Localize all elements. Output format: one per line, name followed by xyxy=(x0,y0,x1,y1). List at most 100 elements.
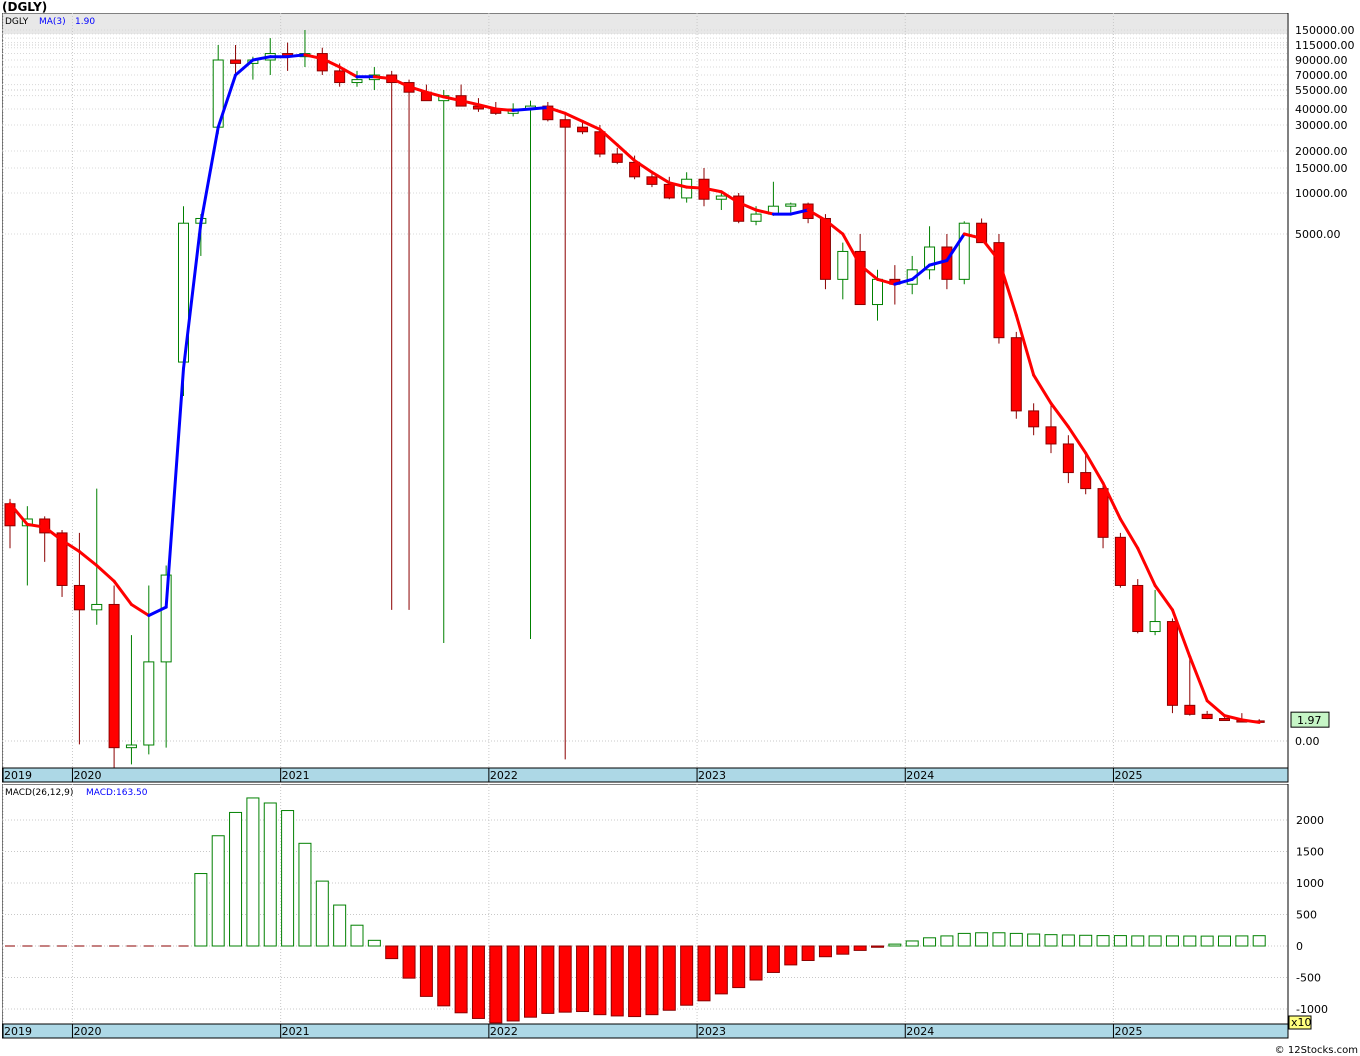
macd-bar xyxy=(454,945,468,1014)
macd-bar xyxy=(836,945,850,955)
candle-body xyxy=(1080,472,1092,490)
candle-body xyxy=(1219,718,1230,722)
candle-body xyxy=(1166,621,1178,706)
candle xyxy=(1132,579,1144,634)
candle xyxy=(1114,532,1126,588)
macd-bar xyxy=(315,880,329,947)
price-tick-label: 115000.00 xyxy=(1295,39,1355,52)
candle-body xyxy=(1010,337,1022,412)
ma-segment xyxy=(529,106,550,111)
macd-bar xyxy=(1165,935,1179,947)
macd-bar xyxy=(576,945,590,1013)
macd-tick-label: 2000 xyxy=(1296,814,1324,827)
candle xyxy=(108,585,120,768)
candle-body xyxy=(1062,443,1074,474)
macd-bar xyxy=(645,945,659,1016)
macd-bar xyxy=(350,924,364,947)
last-price-label: 1.97 xyxy=(1297,714,1322,727)
candle-body xyxy=(577,126,589,133)
candle-body xyxy=(351,79,363,84)
macd-bar xyxy=(1218,935,1231,947)
ticker-label: DGLY xyxy=(5,17,29,27)
macd-bar xyxy=(1252,935,1266,947)
candle xyxy=(958,221,970,285)
macd-bar xyxy=(1183,935,1197,947)
macd-tick-label: 1000 xyxy=(1296,877,1324,890)
candle-body xyxy=(1201,713,1213,720)
price-tick-label: 40000.00 xyxy=(1295,103,1348,116)
macd-panel[interactable]: 2000 1500 1000 500 0 -500 -1000 MACD(26,12,9) MA… xyxy=(1,783,1358,1046)
macd-bar xyxy=(1200,935,1214,947)
macd-bar xyxy=(281,810,295,947)
macd-bar xyxy=(784,945,798,966)
macd-chart: 2000 1500 1000 500 0 -500 -1000 MACD(26,12,9) MA… xyxy=(1,783,1328,1039)
macd-bar xyxy=(367,939,381,947)
macd-tick-label: -1000 xyxy=(1296,1003,1328,1016)
macd-bar xyxy=(1027,933,1041,947)
candle-body xyxy=(1184,704,1196,715)
candle-body xyxy=(1132,584,1144,633)
candle-body xyxy=(91,603,103,611)
top-shading xyxy=(3,14,1287,34)
price-year-label: 2025 xyxy=(1114,769,1142,782)
candle-body xyxy=(108,603,120,749)
candle-body xyxy=(715,195,727,200)
macd-bar xyxy=(229,811,243,947)
price-tick-label: 30000.00 xyxy=(1295,119,1348,132)
price-plot-area xyxy=(1,12,1289,769)
macd-bar xyxy=(766,945,780,973)
macd-bar xyxy=(402,945,416,979)
macd-year-label: 2020 xyxy=(73,1025,101,1038)
macd-tick-label: -500 xyxy=(1296,972,1321,985)
macd-bar xyxy=(471,945,485,1019)
macd-bar xyxy=(489,945,503,1024)
candle-body xyxy=(646,176,658,185)
price-year-label: 2021 xyxy=(282,769,310,782)
candle-body xyxy=(958,222,970,280)
candle-body xyxy=(1114,536,1126,586)
macd-bar xyxy=(194,873,208,947)
candle xyxy=(1166,618,1178,714)
macd-year-label: 2022 xyxy=(490,1025,518,1038)
macd-bar xyxy=(1061,934,1075,947)
candle-body xyxy=(611,153,623,163)
macd-bar xyxy=(714,945,728,995)
chart-title: (DGLY) xyxy=(2,0,48,14)
price-panel[interactable]: 150000.00 115000.00 90000.00 70000.00 55000.… xyxy=(1,12,1358,789)
candle-body xyxy=(941,246,953,280)
macd-bar xyxy=(541,945,555,1014)
macd-label: MACD(26,12,9) xyxy=(5,788,73,798)
macd-bar xyxy=(905,940,919,947)
macd-bar xyxy=(593,945,607,1016)
price-year-label: 2022 xyxy=(490,769,518,782)
candle-body xyxy=(316,53,328,72)
macd-bar xyxy=(437,945,451,1007)
macd-bar xyxy=(246,797,260,947)
macd-year-label: 2019 xyxy=(4,1025,32,1038)
macd-tick-label: 500 xyxy=(1296,909,1317,922)
macd-bar xyxy=(628,945,642,1018)
candle-body xyxy=(819,217,831,280)
macd-bar xyxy=(1044,934,1058,947)
macd-bar xyxy=(1131,935,1145,947)
price-tick-label: 10000.00 xyxy=(1295,187,1348,200)
macd-bar xyxy=(211,835,225,947)
candle xyxy=(993,234,1005,344)
candle-body xyxy=(750,213,762,222)
macd-bar xyxy=(1148,935,1162,947)
ma-label: MA(3) xyxy=(39,17,66,27)
macd-bar xyxy=(992,932,1006,947)
candle-body xyxy=(1097,488,1109,538)
ma-segment xyxy=(494,107,515,112)
macd-bar xyxy=(749,945,763,981)
price-tick-label: 15000.00 xyxy=(1295,162,1348,175)
candle-body xyxy=(1149,621,1161,633)
ma-segment xyxy=(685,185,706,190)
macd-year-label: 2024 xyxy=(906,1025,934,1038)
candle-body xyxy=(1045,426,1057,445)
macd-value-label: MACD:163.50 xyxy=(86,788,148,798)
macd-bar xyxy=(524,945,537,1018)
price-tick-label: 90000.00 xyxy=(1295,54,1348,67)
macd-bar xyxy=(385,945,399,960)
price-year-label: 2020 xyxy=(73,769,101,782)
